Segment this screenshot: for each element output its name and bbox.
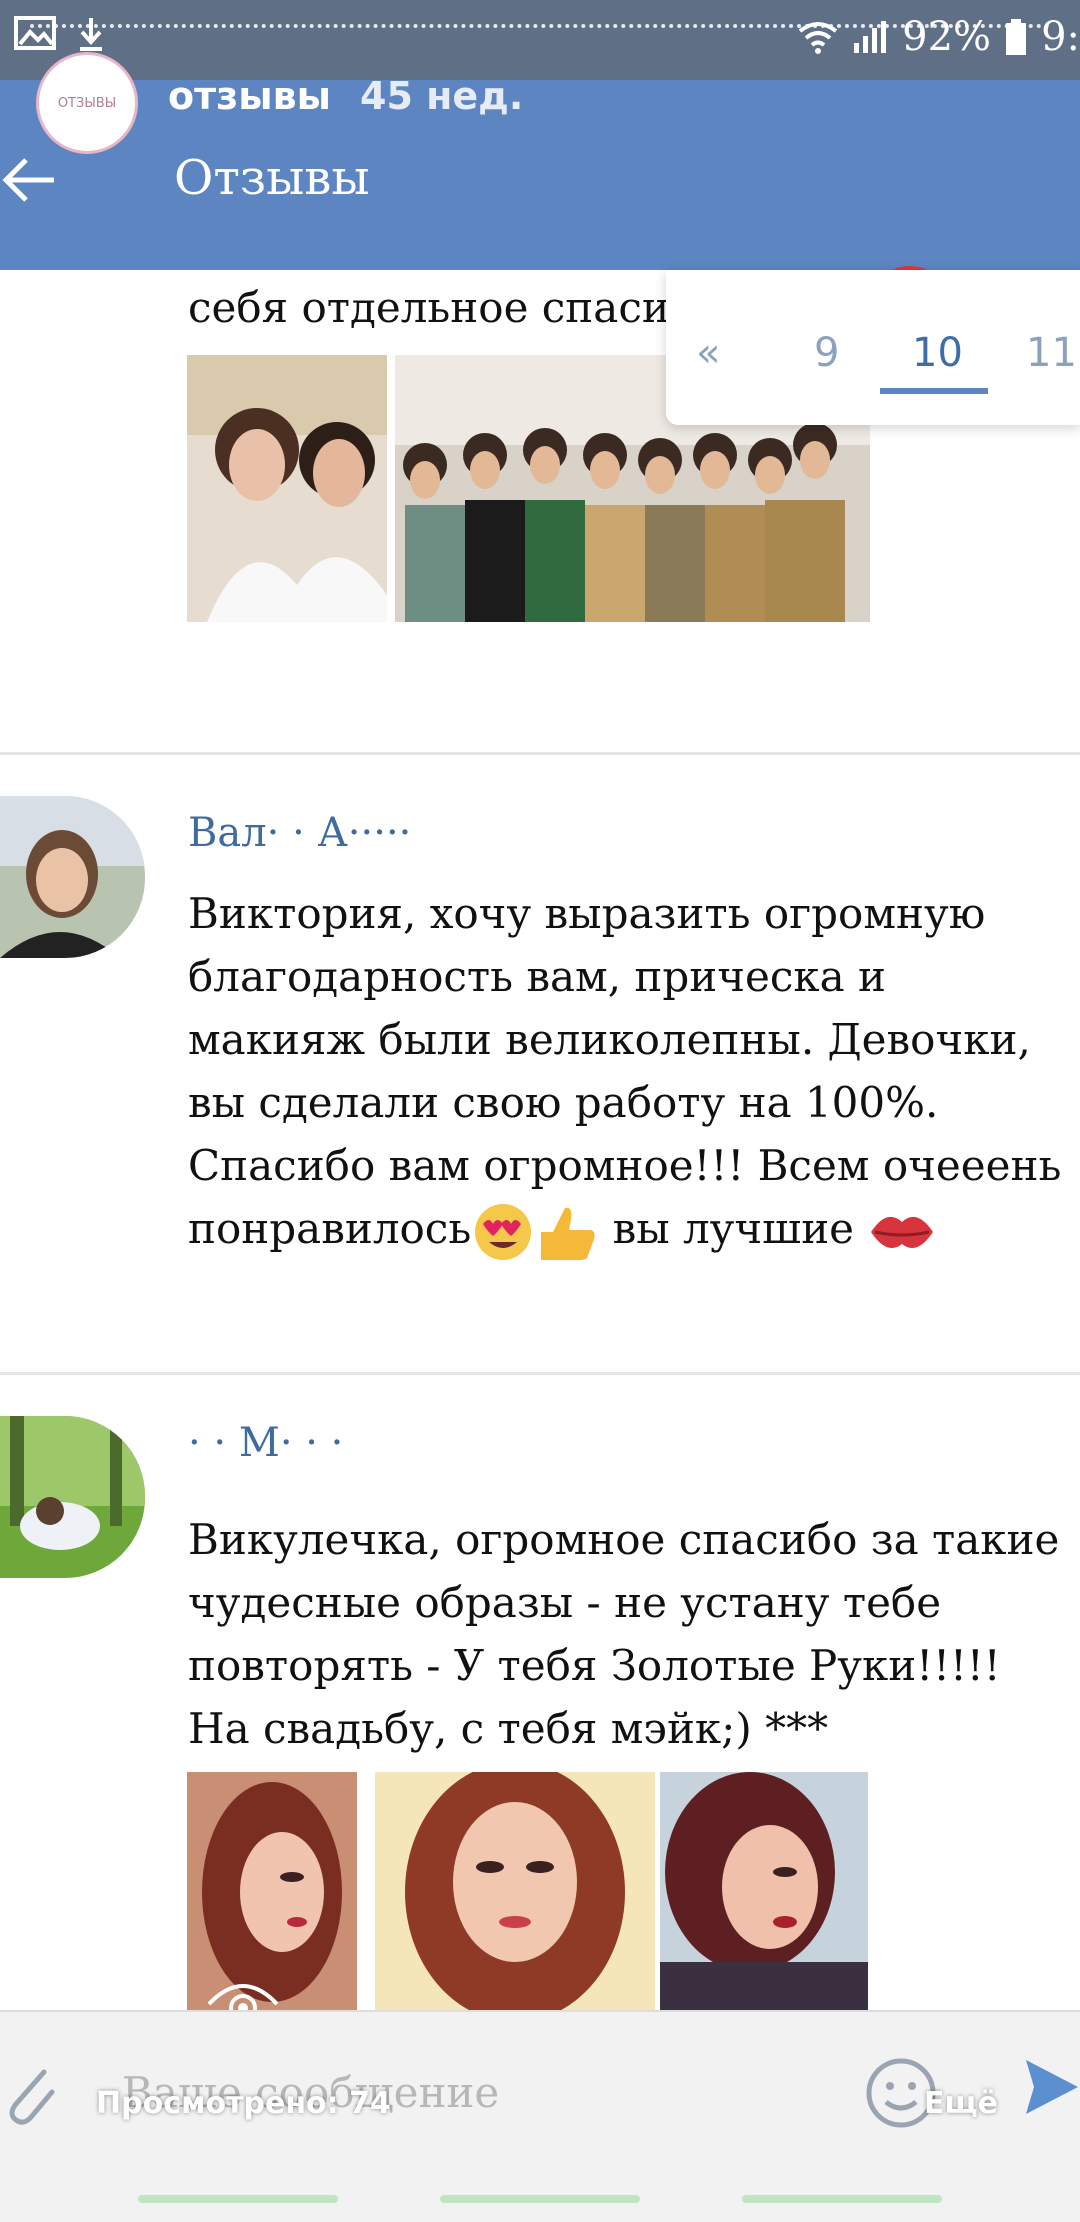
post-2-body: Виктория, хочу выразить огромную благода…: [188, 889, 1062, 1253]
author-name[interactable]: Вал· · А·····: [188, 810, 411, 856]
story-avatar[interactable]: ОТЗЫВЫ: [36, 52, 138, 154]
battery-icon: [1006, 19, 1027, 55]
kiss-lips-icon: [871, 1216, 934, 1248]
pager-page-9[interactable]: 9: [814, 330, 839, 376]
more-button[interactable]: Ещё: [924, 2086, 998, 2121]
pager-prev-button[interactable]: «: [696, 330, 720, 376]
back-arrow-icon[interactable]: [0, 150, 60, 210]
page-title: Отзывы: [174, 150, 370, 206]
story-progress-bar: [138, 2195, 338, 2203]
signal-icon: [854, 21, 887, 53]
pager-page-10[interactable]: 10: [912, 330, 963, 376]
post-divider: [0, 1372, 1080, 1375]
author-avatar[interactable]: [0, 1416, 145, 1578]
gallery-icon: [14, 16, 56, 50]
story-avatar-text: ОТЗЫВЫ: [57, 95, 117, 111]
views-counter: Просмотрено: 74: [96, 2086, 391, 2121]
header: ОТЗЫВЫ отзывы 45 нед. Отзывы: [0, 52, 1080, 270]
post-3-text: Викулечка, огромное спасибо за такие чуд…: [188, 1515, 1060, 1753]
send-icon[interactable]: [1022, 2052, 1080, 2122]
review-photo-4[interactable]: [375, 1772, 655, 2010]
review-photo-1[interactable]: [187, 355, 387, 622]
story-time: 45 нед.: [360, 74, 524, 118]
pager-active-indicator: [880, 388, 988, 394]
download-icon: [80, 18, 102, 51]
post-divider: [0, 752, 1080, 755]
status-bar: 92% 9:: [0, 0, 1080, 80]
clock: 9:: [1041, 14, 1080, 60]
battery-percent: 92%: [902, 14, 992, 60]
pagination: « 9 10 11: [666, 270, 1080, 425]
review-photo-5[interactable]: [660, 1772, 868, 2010]
story-title: отзывы: [168, 74, 331, 118]
author-name[interactable]: · · М· · ·: [188, 1420, 343, 1466]
post-2-tail: вы лучшие: [612, 1204, 855, 1253]
reviews-feed[interactable]: себя отдельное спаси Вал· · А····· Викто…: [0, 266, 1080, 2010]
post-2-text: Виктория, хочу выразить огромную благода…: [188, 882, 1068, 1262]
pager-page-11[interactable]: 11: [1026, 330, 1077, 376]
paperclip-icon[interactable]: [0, 2058, 60, 2128]
review-photo-3[interactable]: [187, 1772, 357, 2010]
author-avatar[interactable]: [0, 796, 145, 958]
wifi-icon: [798, 22, 838, 54]
story-progress-bar: [440, 2195, 640, 2203]
heart-eyes-emoji-icon: [475, 1204, 532, 1260]
story-progress-bar: [742, 2195, 942, 2203]
thumbs-up-emoji-icon: [541, 1207, 595, 1260]
